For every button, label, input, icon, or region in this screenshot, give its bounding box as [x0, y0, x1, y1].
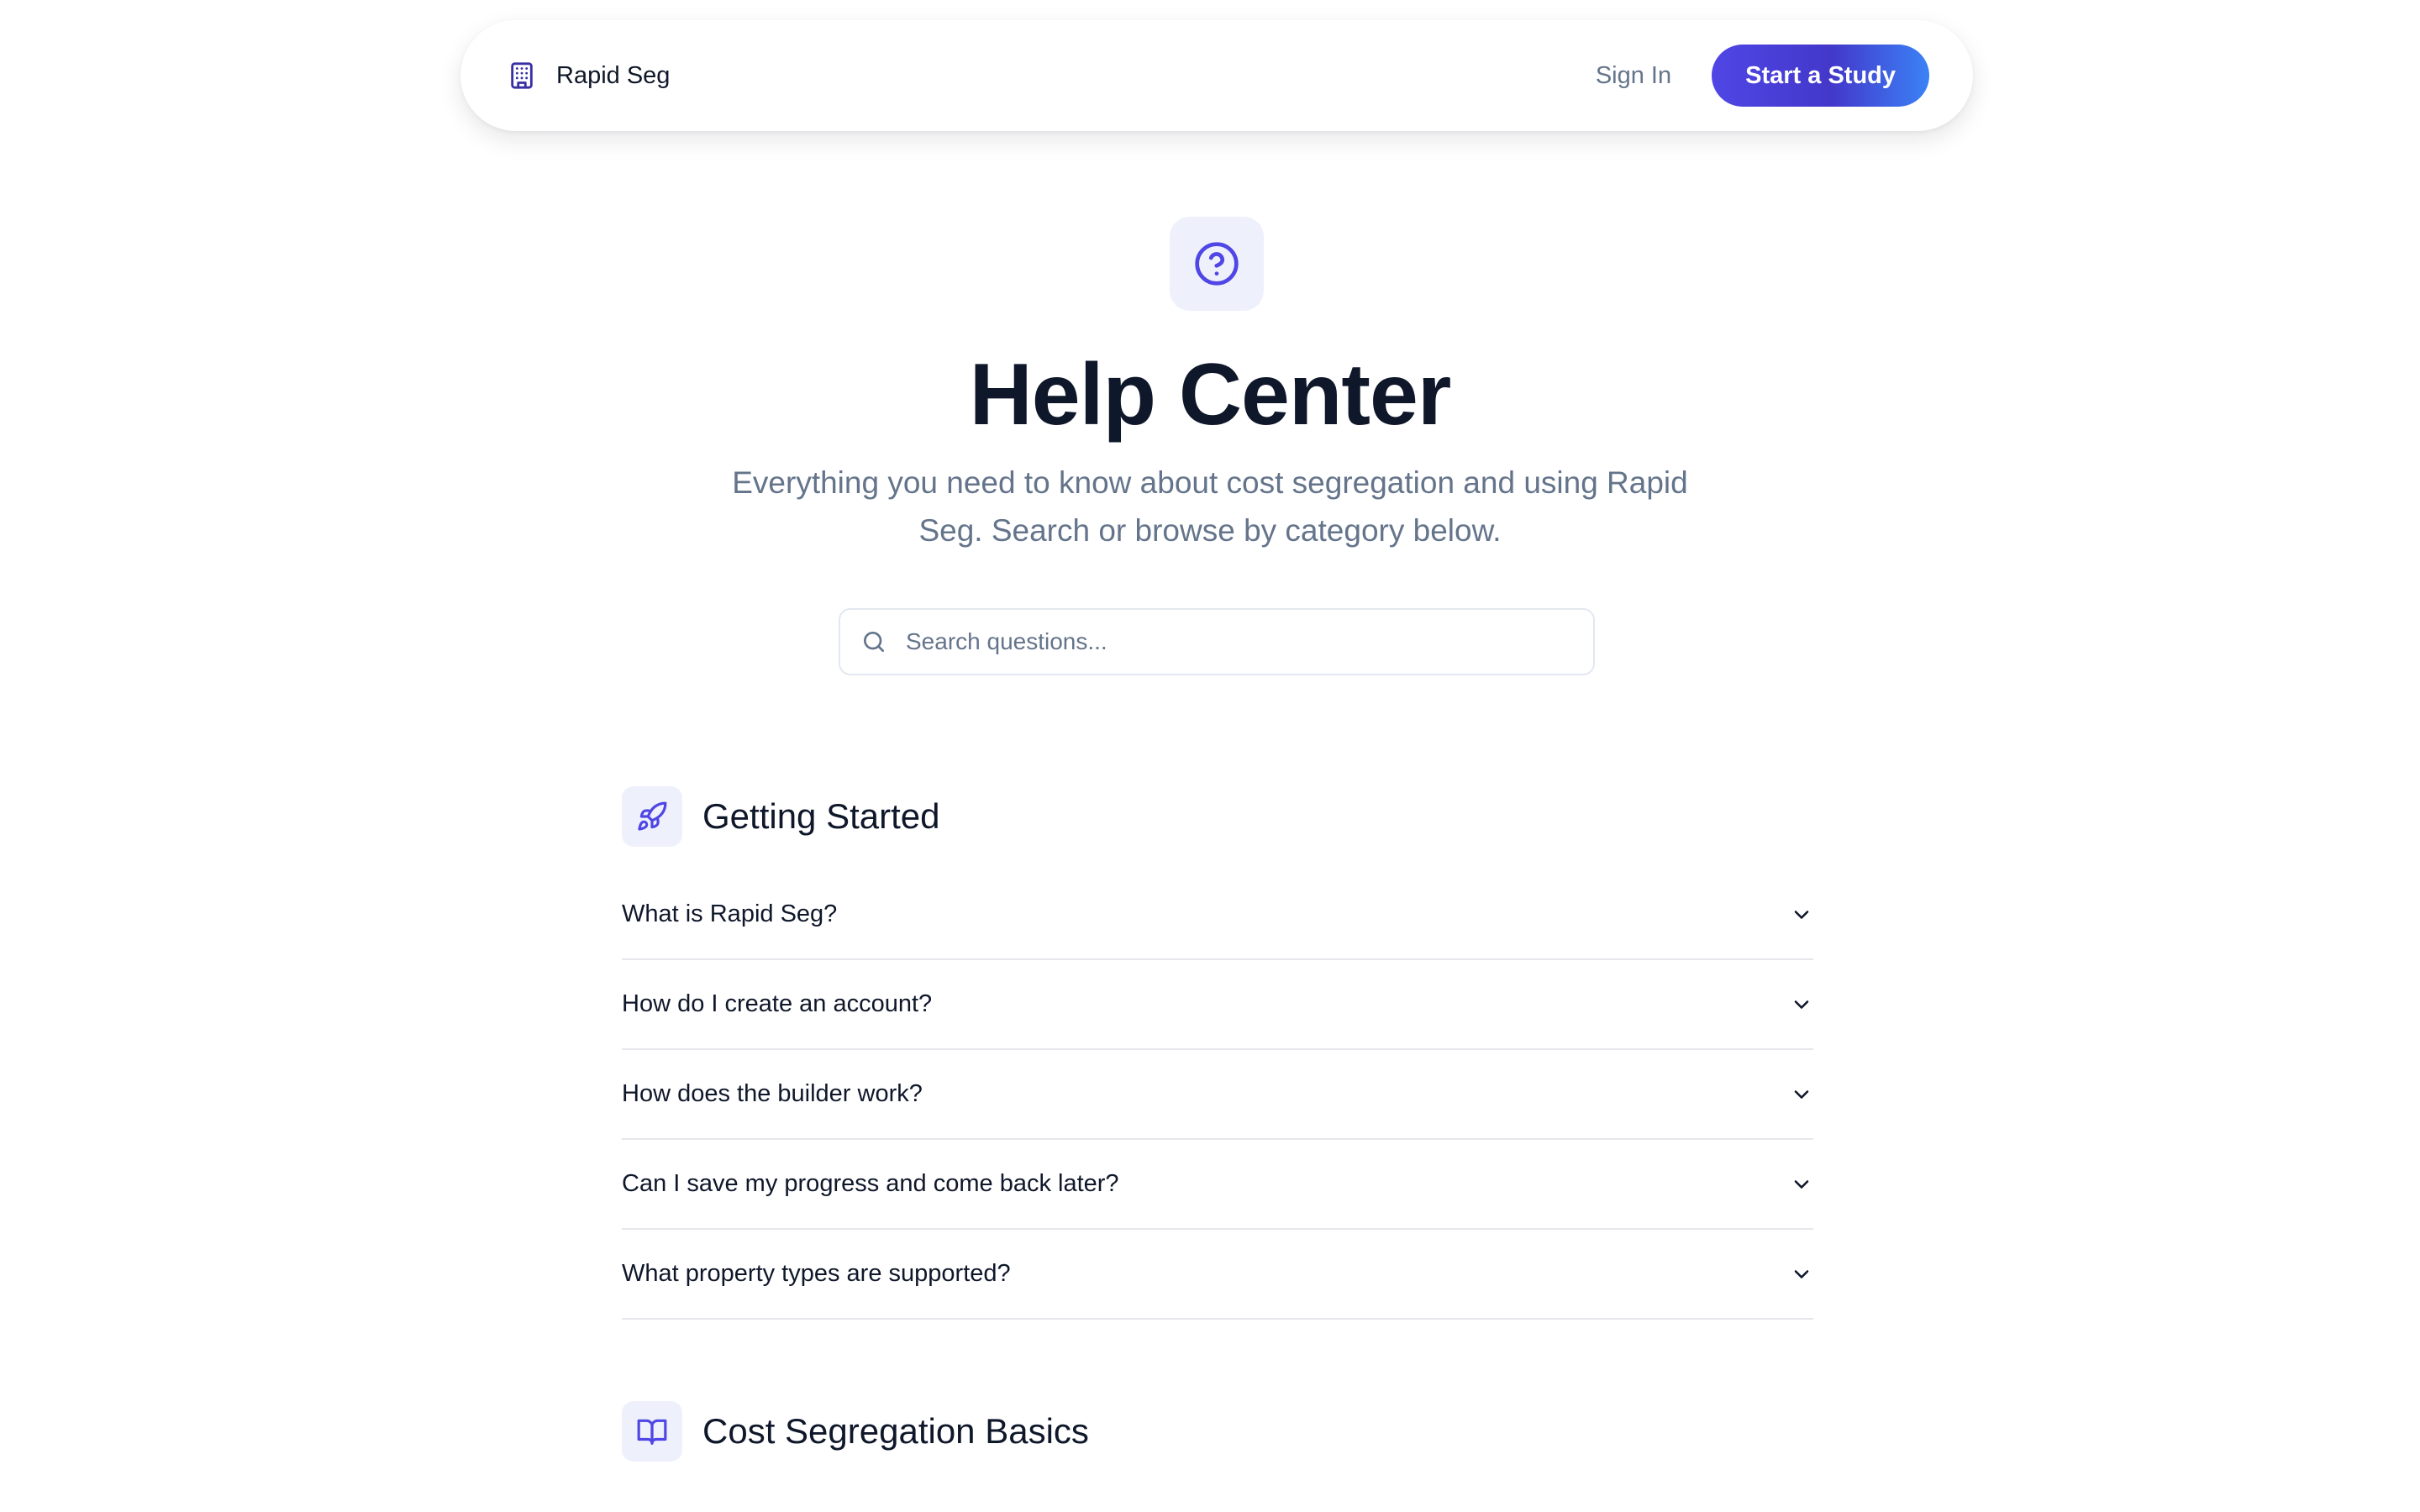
faq-item[interactable]: What property types are supported?	[622, 1230, 1813, 1320]
book-open-icon	[622, 1401, 682, 1462]
faq-question: How do I create an account?	[622, 990, 933, 1017]
page-subtitle: Everything you need to know about cost s…	[732, 465, 1688, 548]
nav-actions: Sign In Start a Study	[1596, 45, 1929, 107]
start-study-button[interactable]: Start a Study	[1712, 45, 1929, 107]
top-navbar: Rapid Seg Sign In Start a Study	[460, 20, 1973, 131]
faq-item[interactable]: How does the builder work?	[622, 1050, 1813, 1140]
chevron-down-icon	[1790, 993, 1813, 1016]
faq-list-getting-started: What is Rapid Seg? How do I create an ac…	[622, 870, 1813, 1320]
page-title: Help Center	[969, 346, 1452, 444]
faq-question: What is Rapid Seg?	[622, 900, 838, 927]
faq-question: Can I save my progress and come back lat…	[622, 1170, 1119, 1197]
search-box	[839, 608, 1595, 675]
chevron-down-icon	[1790, 1083, 1813, 1106]
faq-item[interactable]: What is Rapid Seg?	[622, 870, 1813, 960]
faq-item[interactable]: How do I create an account?	[622, 960, 1813, 1050]
faq-question: How does the builder work?	[622, 1080, 923, 1107]
faq-item[interactable]: Can I save my progress and come back lat…	[622, 1140, 1813, 1230]
section-header-getting-started: Getting Started	[622, 786, 940, 847]
search-input[interactable]	[906, 628, 1573, 655]
faq-question: What property types are supported?	[622, 1260, 1011, 1287]
section-header-cost-segregation-basics: Cost Segregation Basics	[622, 1401, 1089, 1462]
sign-in-link[interactable]: Sign In	[1596, 62, 1671, 90]
search-icon	[864, 632, 884, 652]
rocket-icon	[622, 786, 682, 847]
help-center-page: Rapid Seg Sign In Start a Study Help Cen…	[0, 0, 2420, 1512]
brand-name: Rapid Seg	[556, 61, 671, 89]
question-circle-icon	[1170, 217, 1264, 311]
chevron-down-icon	[1790, 903, 1813, 927]
chevron-down-icon	[1790, 1173, 1813, 1196]
chevron-down-icon	[1790, 1263, 1813, 1286]
section-title: Getting Started	[702, 796, 940, 836]
building-icon	[508, 61, 536, 90]
section-title: Cost Segregation Basics	[702, 1411, 1089, 1451]
brand-logo-link[interactable]: Rapid Seg	[508, 61, 670, 90]
